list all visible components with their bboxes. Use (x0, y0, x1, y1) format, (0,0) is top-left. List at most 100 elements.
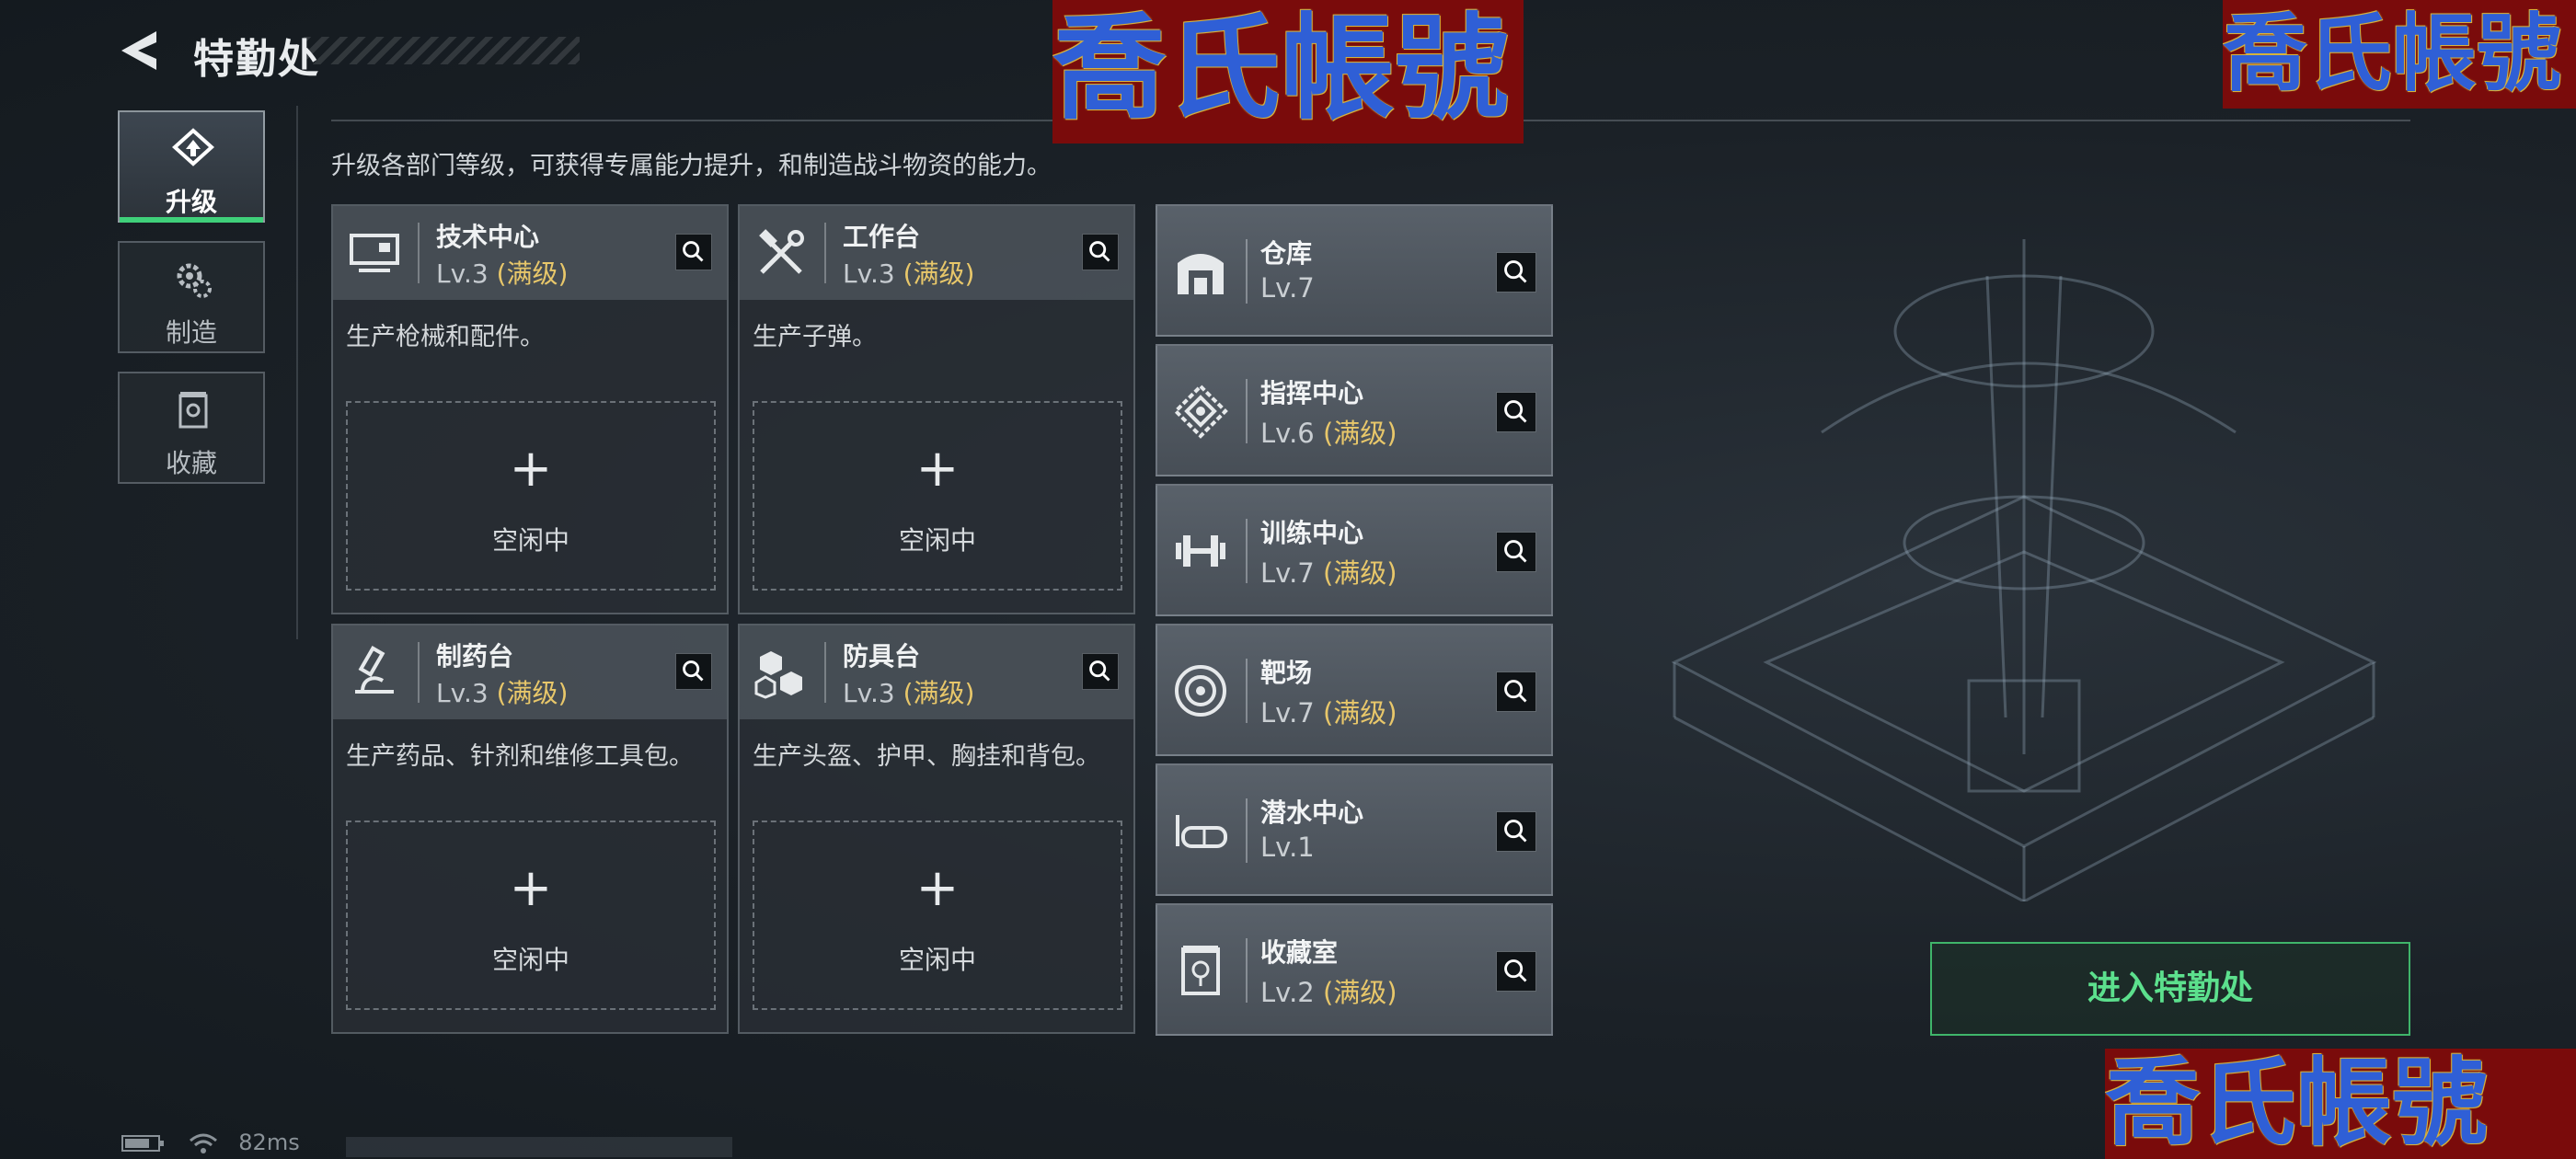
search-icon (1504, 680, 1527, 703)
battery-icon (121, 1135, 164, 1152)
bottom-bar (346, 1137, 732, 1157)
inspect-button[interactable] (1496, 392, 1536, 432)
facility-card[interactable]: 靶场 Lv.7 (满级) (1156, 624, 1553, 756)
max-level-badge: (满级) (1322, 977, 1397, 1008)
facility-card[interactable]: 收藏室 Lv.2 (满级) (1156, 903, 1553, 1036)
slot-status: 空闲中 (491, 945, 569, 975)
target-icon (1175, 665, 1226, 717)
nav-label: 收藏 (165, 448, 217, 478)
nav-collection[interactable]: 收藏 (118, 372, 265, 484)
status-bar: 82ms (121, 1130, 300, 1155)
workbench-icon (759, 229, 804, 274)
nav-craft[interactable]: 制造 (118, 241, 265, 353)
max-level-badge: (满级) (1322, 557, 1397, 589)
station-level: Lv.3 (满级) (436, 678, 569, 708)
facility-card[interactable]: 训练中心 Lv.7 (满级) (1156, 484, 1553, 616)
workstation-card[interactable]: 技术中心 Lv.3 (满级) 生产枪械和配件。 + 空闲中 (331, 204, 729, 614)
facility-level: Lv.7 (满级) (1260, 697, 1397, 729)
facility-card[interactable]: 潜水中心 Lv.1 (1156, 763, 1553, 896)
production-slot[interactable]: + 空闲中 (753, 820, 1122, 1010)
max-level-badge: (满级) (496, 678, 569, 708)
station-description: 生产子弹。 (753, 323, 877, 351)
station-name: 技术中心 (436, 222, 540, 252)
back-arrow-icon[interactable] (118, 28, 164, 74)
upgrade-icon (172, 128, 214, 166)
inspect-button[interactable] (1496, 951, 1536, 992)
facility-name: 收藏室 (1260, 937, 1339, 968)
max-level-badge: (满级) (1322, 697, 1397, 729)
max-level-badge: (满级) (496, 258, 569, 289)
slot-status: 空闲中 (898, 945, 976, 975)
station-name: 防具台 (843, 641, 921, 671)
facility-level: Lv.6 (满级) (1260, 418, 1397, 449)
nav-label: 制造 (165, 317, 217, 348)
production-slot[interactable]: + 空闲中 (346, 401, 716, 591)
search-icon (683, 660, 704, 682)
inspect-button[interactable] (1496, 252, 1536, 293)
base-wireframe-illustration (1671, 239, 2377, 901)
facility-card[interactable]: 指挥中心 Lv.6 (满级) (1156, 344, 1553, 476)
production-slot[interactable]: + 空闲中 (346, 820, 716, 1010)
enter-base-button[interactable]: 进入特勤处 (1930, 942, 2410, 1036)
collection-room-icon (1181, 946, 1220, 995)
station-level: Lv.3 (满级) (436, 258, 569, 289)
facility-level: Lv.7 (1260, 272, 1315, 304)
inspect-button[interactable] (675, 234, 712, 270)
workstation-card[interactable]: 防具台 Lv.3 (满级) 生产头盔、护甲、胸挂和背包。 + 空闲中 (738, 624, 1135, 1034)
facility-card[interactable]: 仓库 Lv.7 (1156, 204, 1553, 337)
inspect-button[interactable] (1496, 671, 1536, 712)
inspect-button[interactable] (1496, 811, 1536, 852)
max-level-badge: (满级) (1322, 418, 1397, 449)
nav-upgrade[interactable]: 升级 (118, 110, 265, 223)
inspect-button[interactable] (675, 653, 712, 690)
plus-icon: + (915, 858, 960, 918)
production-slot[interactable]: + 空闲中 (753, 401, 1122, 591)
slot-status: 空闲中 (898, 525, 976, 556)
plus-icon: + (509, 858, 553, 918)
warehouse-icon (1178, 254, 1224, 294)
station-level: Lv.3 (满级) (843, 678, 975, 708)
search-icon (1504, 820, 1527, 843)
workstation-card[interactable]: 制药台 Lv.3 (满级) 生产药品、针剂和维修工具包。 + 空闲中 (331, 624, 729, 1034)
facility-name: 仓库 (1260, 238, 1313, 269)
ping-readout: 82ms (238, 1130, 300, 1155)
max-level-badge: (满级) (903, 258, 975, 289)
page-title: 特勤处 (193, 36, 320, 83)
command-center-icon (1173, 384, 1228, 439)
max-level-badge: (满级) (903, 678, 975, 708)
facility-level: Lv.1 (1260, 832, 1315, 863)
station-level: Lv.3 (满级) (843, 258, 975, 289)
search-icon (1089, 241, 1110, 262)
inspect-button[interactable] (1082, 653, 1119, 690)
facility-level: Lv.2 (满级) (1260, 977, 1397, 1008)
armor-bench-icon (754, 651, 802, 699)
search-icon (1504, 540, 1527, 563)
inspect-button[interactable] (1496, 532, 1536, 572)
station-description: 生产药品、针剂和维修工具包。 (346, 742, 694, 771)
tech-center-icon (350, 234, 399, 272)
workstation-card[interactable]: 工作台 Lv.3 (满级) 生产子弹。 + 空闲中 (738, 204, 1135, 614)
facility-level: Lv.7 (满级) (1260, 557, 1397, 589)
facility-name: 训练中心 (1260, 518, 1364, 548)
search-icon (1504, 959, 1527, 982)
pharmacy-icon (355, 646, 394, 694)
slot-status: 空闲中 (491, 525, 569, 556)
page-description: 升级各部门等级，可获得专属能力提升，和制造战斗物资的能力。 (331, 152, 1052, 180)
divider (296, 106, 298, 639)
facility-name: 靶场 (1260, 658, 1313, 688)
station-description: 生产头盔、护甲、胸挂和背包。 (753, 742, 1100, 771)
collection-icon (178, 392, 208, 429)
nav-label: 升级 (165, 187, 217, 217)
search-icon (1504, 260, 1527, 283)
station-name: 工作台 (843, 222, 921, 252)
dumbbell-icon (1176, 535, 1225, 567)
inspect-button[interactable] (1082, 234, 1119, 270)
gears-icon (177, 263, 212, 298)
watermark: 喬氏帳號 (2105, 1049, 2576, 1159)
plus-icon: + (915, 439, 960, 499)
wifi-icon (189, 1133, 217, 1153)
title-decoration (304, 37, 580, 64)
search-icon (683, 241, 704, 262)
diving-mask-icon (1176, 815, 1227, 848)
watermark: 喬氏帳號 (2223, 0, 2576, 109)
